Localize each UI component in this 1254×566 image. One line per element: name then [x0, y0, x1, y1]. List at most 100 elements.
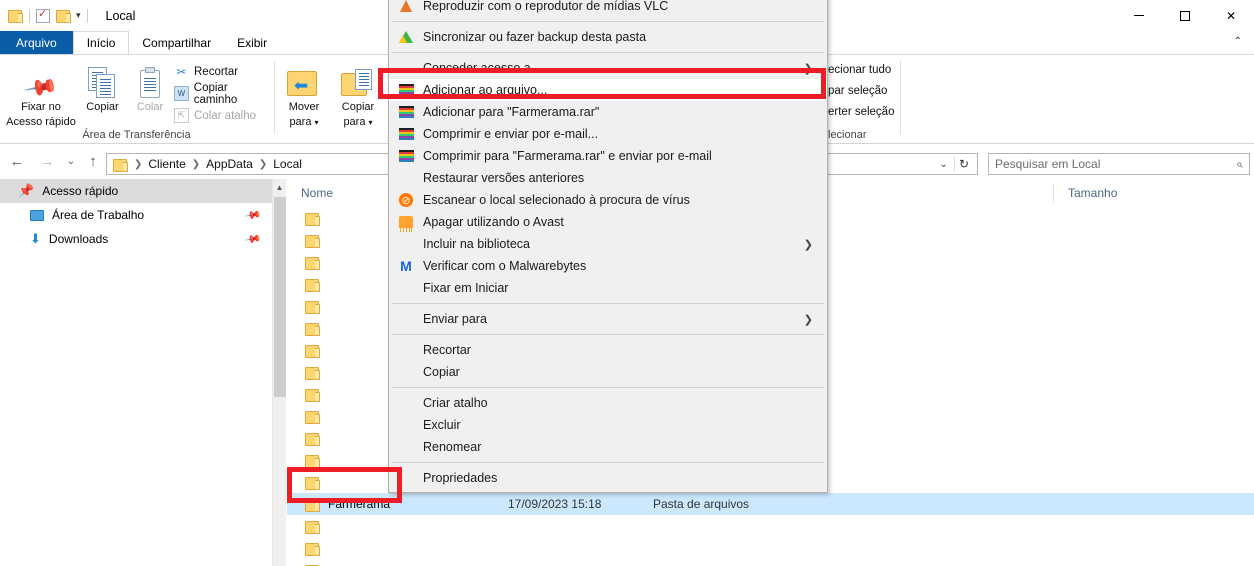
select-all-button[interactable]: ecionar tudo [828, 60, 891, 79]
move-to-button[interactable]: ⬅ Mover para ▾ [278, 59, 330, 129]
winrar-icon [389, 105, 423, 119]
folder-icon [305, 432, 320, 446]
chevron-down-icon[interactable]: ▾ [76, 10, 81, 21]
column-header-tamanho[interactable]: Tamanho [1053, 184, 1173, 202]
menu-item-recortar[interactable]: Recortar [389, 339, 827, 361]
tab-inicio[interactable]: Início [72, 31, 130, 55]
folder-icon [305, 520, 320, 534]
tab-arquivo[interactable]: Arquivo [0, 31, 73, 55]
menu-item-verificar-com-o-malwarebytes[interactable]: M Verificar com o Malwarebytes [389, 255, 827, 277]
maximize-button[interactable] [1162, 0, 1208, 31]
copy-path-button[interactable]: W Copiar caminho [174, 82, 273, 106]
menu-item-copiar[interactable]: Copiar [389, 361, 827, 383]
sidebar-item-area-de-trabalho[interactable]: Área de Trabalho 📌 [0, 203, 272, 227]
refresh-icon[interactable]: ↻ [953, 157, 973, 171]
breadcrumb-local[interactable]: Local [273, 157, 302, 171]
move-to-icon: ⬅ [278, 59, 330, 99]
sidebar-item-acesso-rapido[interactable]: 📌 Acesso rápido [0, 179, 272, 203]
up-button[interactable]: ↑ [82, 152, 104, 172]
menu-item-label: Restaurar versões anteriores [423, 171, 585, 185]
menu-item-enviar-para[interactable]: Enviar para ❯ [389, 308, 827, 330]
table-row[interactable] [287, 537, 1254, 559]
file-date: 17/09/2023 15:18 [508, 497, 602, 511]
search-icon[interactable]: ⌕ [1236, 157, 1243, 172]
winrar-icon [389, 149, 423, 163]
paste-icon [126, 59, 174, 99]
copy-to-button[interactable]: Copiar para ▾ [332, 59, 384, 129]
sidebar-item-downloads[interactable]: ⬇ Downloads 📌 [0, 227, 272, 251]
menu-item-sincronizar-ou-fazer-backup-desta-pasta[interactable]: Sincronizar ou fazer backup desta pasta [389, 26, 827, 48]
folder-icon [305, 322, 320, 336]
table-row[interactable] [287, 515, 1254, 537]
folder-icon [305, 542, 320, 556]
menu-item-excluir[interactable]: Excluir [389, 414, 827, 436]
back-button[interactable]: ← [6, 152, 28, 172]
nav-pane-scrollbar[interactable]: ▲ [272, 179, 286, 566]
new-folder-icon[interactable] [56, 9, 71, 23]
minimize-button[interactable] [1116, 0, 1162, 31]
menu-item-label: Comprimir e enviar por e-mail... [423, 127, 599, 141]
pin-icon[interactable]: 📌 [244, 206, 263, 225]
divider [900, 61, 901, 134]
pin-icon[interactable]: 📌 [244, 230, 263, 249]
select-all-label: ecionar tudo [828, 63, 892, 76]
collapse-ribbon-icon[interactable]: ⌃ [1234, 36, 1242, 47]
breadcrumb-cliente[interactable]: Cliente [148, 157, 185, 171]
annotation-box-adicionar-ao-arquivo [378, 68, 826, 99]
star-pin-icon: 📌 [18, 183, 35, 198]
paste-shortcut-button[interactable]: ⇱ Colar atalho [174, 106, 256, 125]
pin-label-line2: Acesso rápido [6, 116, 76, 128]
menu-item-label: Escanear o local selecionado à procura d… [423, 193, 690, 207]
menu-item-fixar-em-iniciar[interactable]: Fixar em Iniciar [389, 277, 827, 299]
menu-item-comprimir-e-enviar-por-e-mail[interactable]: Comprimir e enviar por e-mail... [389, 123, 827, 145]
menu-item-propriedades[interactable]: Propriedades [389, 467, 827, 489]
menu-item-apagar-utilizando-o-avast[interactable]: Apagar utilizando o Avast [389, 211, 827, 233]
menu-item-renomear[interactable]: Renomear [389, 436, 827, 458]
maximize-icon [1180, 10, 1190, 21]
cut-button[interactable]: ✂ Recortar [174, 62, 238, 81]
invert-selection-button[interactable]: erter seleção [828, 102, 894, 121]
clear-selection-button[interactable]: par seleção [828, 81, 887, 100]
recent-locations-button[interactable]: ⌄ [60, 152, 82, 172]
group-label-select: lecionar [828, 129, 867, 141]
paste-button[interactable]: Colar [126, 59, 174, 114]
properties-icon[interactable] [36, 7, 50, 23]
menu-separator [392, 387, 824, 388]
menu-item-label: Recortar [423, 343, 471, 357]
close-button[interactable]: ✕ [1208, 0, 1254, 31]
avast-icon: ⊘ [389, 193, 423, 207]
file-explorer-window: ▾ Local ✕ Arquivo Início Compartilhar Ex… [0, 0, 1254, 566]
sidebar-item-label: Área de Trabalho [52, 208, 145, 222]
folder-icon [305, 344, 320, 358]
chevron-down-icon[interactable]: ⌄ [934, 159, 954, 170]
menu-item-label: Reproduzir com o reprodutor de mídias VL… [423, 0, 669, 13]
menu-item-criar-atalho[interactable]: Criar atalho [389, 392, 827, 414]
menu-item-incluir-na-biblioteca[interactable]: Incluir na biblioteca ❯ [389, 233, 827, 255]
breadcrumb-appdata[interactable]: AppData [206, 157, 253, 171]
download-icon: ⬇ [30, 231, 41, 246]
malwarebytes-icon: M [400, 258, 412, 274]
forward-button[interactable]: → [36, 152, 58, 172]
scrollbar-thumb[interactable] [274, 197, 286, 397]
cut-label: Recortar [194, 65, 239, 78]
menu-item-restaurar-vers-es-anteriores[interactable]: Restaurar versões anteriores [389, 167, 827, 189]
menu-item-label: Enviar para [423, 312, 487, 326]
folder-icon[interactable] [8, 9, 23, 23]
pin-to-quick-access-button[interactable]: 📌 Fixar no Acesso rápido [6, 59, 76, 129]
table-row[interactable] [287, 559, 1254, 566]
copy-icon [75, 59, 130, 99]
folder-icon [305, 256, 320, 270]
navigation-pane: 📌 Acesso rápido Área de Trabalho 📌 ⬇ Dow… [0, 179, 272, 566]
tab-compartilhar[interactable]: Compartilhar [129, 31, 224, 55]
tab-exibir[interactable]: Exibir [224, 31, 280, 55]
copy-button[interactable]: Copiar [75, 59, 130, 114]
table-row-selected[interactable]: Farmerama 17/09/2023 15:18 Pasta de arquiv… [287, 493, 1254, 515]
menu-item-comprimir-para-farmerama-rar-e-enviar-por-e-mail[interactable]: Comprimir para "Farmerama.rar" e enviar … [389, 145, 827, 167]
menu-item-adicionar-para-farmerama-rar[interactable]: Adicionar para "Farmerama.rar" [389, 101, 827, 123]
menu-item-escanear-o-local-selecionado-procura-de-v-rus[interactable]: ⊘ Escanear o local selecionado à procura … [389, 189, 827, 211]
file-type: Pasta de arquivos [653, 497, 750, 511]
search-input[interactable]: Pesquisar em Local ⌕ [988, 153, 1250, 175]
menu-item-label: Verificar com o Malwarebytes [423, 259, 587, 273]
scroll-up-icon[interactable]: ▲ [273, 179, 286, 196]
menu-item-reproduzir-com-o-reprodutor-de-m-dias-vlc[interactable]: Reproduzir com o reprodutor de mídias VL… [389, 0, 827, 17]
